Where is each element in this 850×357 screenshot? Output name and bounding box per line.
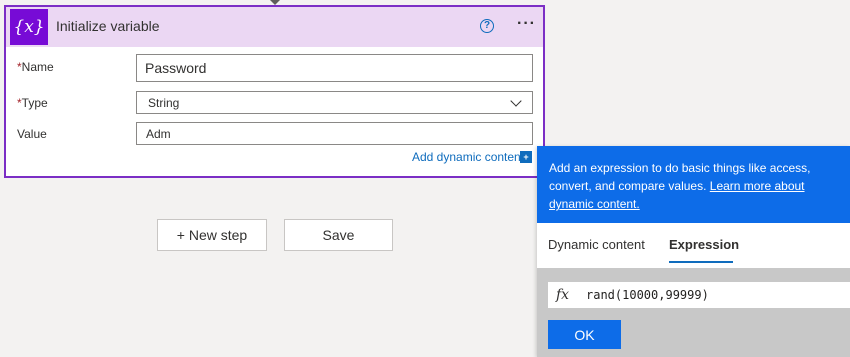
info-banner: Add an expression to do basic things lik… <box>537 146 850 223</box>
name-label: *Name <box>17 60 54 74</box>
new-step-button[interactable]: + New step <box>157 219 267 251</box>
chevron-down-icon <box>510 95 522 107</box>
panel-tabs: Dynamic content Expression <box>537 223 850 268</box>
expression-area: fx rand(10000,99999) OK <box>537 268 850 357</box>
help-icon[interactable]: ? <box>480 19 494 33</box>
type-label: *Type <box>17 96 48 110</box>
expression-input[interactable]: fx rand(10000,99999) <box>548 282 850 308</box>
save-button[interactable]: Save <box>284 219 393 251</box>
value-input[interactable]: Adm <box>136 122 533 145</box>
expression-text: rand(10000,99999) <box>586 288 709 302</box>
dynamic-content-panel: Add an expression to do basic things lik… <box>537 146 850 357</box>
add-dynamic-content-link[interactable]: Add dynamic content <box>412 150 524 164</box>
type-select[interactable]: String <box>136 91 533 114</box>
card-header[interactable]: {x} Initialize variable ? ··· <box>6 7 543 47</box>
variable-icon: {x} <box>10 9 48 45</box>
ok-button[interactable]: OK <box>548 320 621 349</box>
card-title: Initialize variable <box>56 18 160 34</box>
active-tab-indicator <box>669 261 733 263</box>
tab-expression[interactable]: Expression <box>669 237 739 252</box>
tab-dynamic-content[interactable]: Dynamic content <box>548 237 645 252</box>
fx-icon: fx <box>556 287 570 303</box>
more-options-icon[interactable]: ··· <box>517 15 536 33</box>
initialize-variable-card: {x} Initialize variable ? ··· *Name Pass… <box>4 5 545 178</box>
dynamic-content-icon[interactable]: + <box>520 151 532 163</box>
name-input[interactable]: Password <box>136 54 533 82</box>
value-label: Value <box>17 127 47 141</box>
